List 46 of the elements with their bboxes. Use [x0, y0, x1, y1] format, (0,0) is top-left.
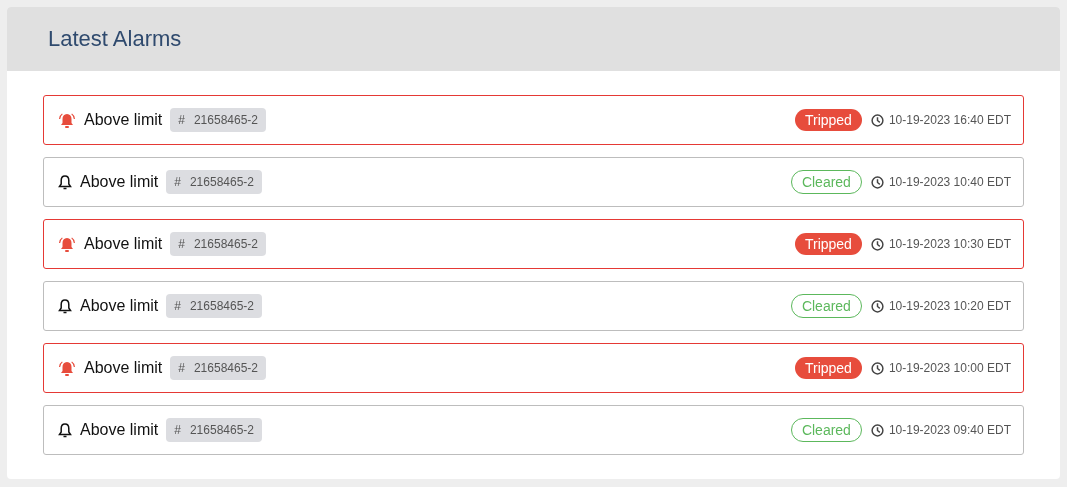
hash-symbol: #: [178, 112, 185, 129]
bell-icon: [58, 174, 72, 190]
hash-symbol: #: [174, 174, 181, 191]
tag-number: 21658465-2: [189, 298, 254, 315]
status-pill: Tripped: [794, 357, 862, 379]
tag-number: 21658465-2: [189, 174, 254, 191]
alarm-label: Above limit: [80, 296, 159, 316]
alarm-row[interactable]: Above limit # 21658465-2 Tripped 10-19-2023 10:00 EDT: [43, 343, 1024, 393]
clock-icon: [870, 299, 884, 313]
alarm-time: 10-19-2023 10:40 EDT: [888, 174, 1011, 191]
tag-number: 21658465-2: [193, 236, 258, 253]
alarm-row[interactable]: Above limit # 21658465-2 Cleared 10-19-2023 10:20 EDT: [43, 281, 1024, 331]
tag-number: 21658465-2: [193, 112, 258, 129]
bell-icon: [58, 422, 72, 438]
alarm-label: Above limit: [84, 358, 163, 378]
status-pill: Tripped: [794, 109, 862, 131]
alarm-label: Above limit: [84, 234, 163, 254]
status-pill: Tripped: [794, 233, 862, 255]
hash-symbol: #: [174, 298, 181, 315]
alarm-time: 10-19-2023 10:20 EDT: [888, 298, 1011, 315]
hash-symbol: #: [174, 422, 181, 439]
alarm-row[interactable]: Above limit # 21658465-2 Cleared 10-19-2023 10:40 EDT: [43, 157, 1024, 207]
alarm-row[interactable]: Above limit # 21658465-2 Tripped 10-19-2023 10:30 EDT: [43, 219, 1024, 269]
alarm-time: 10-19-2023 09:40 EDT: [888, 422, 1011, 439]
tag-number: 21658465-2: [193, 360, 258, 377]
alarm-label: Above limit: [80, 172, 159, 192]
clock-icon: [870, 423, 884, 437]
clock-icon: [870, 361, 884, 375]
alarm-time: 10-19-2023 10:30 EDT: [888, 236, 1011, 253]
clock-icon: [870, 175, 884, 189]
panel-title: Latest Alarms: [48, 25, 182, 53]
hash-symbol: #: [178, 236, 185, 253]
alarm-time: 10-19-2023 16:40 EDT: [888, 112, 1011, 129]
ringing-bell-icon: [58, 112, 76, 128]
alarm-row[interactable]: Above limit # 21658465-2 Cleared 10-19-2023 09:40 EDT: [43, 405, 1024, 455]
ringing-bell-icon: [58, 360, 76, 376]
alarm-label: Above limit: [80, 420, 159, 440]
clock-icon: [870, 113, 884, 127]
alarm-time: 10-19-2023 10:00 EDT: [888, 360, 1011, 377]
tag-number: 21658465-2: [189, 422, 254, 439]
ringing-bell-icon: [58, 236, 76, 252]
bell-icon: [58, 298, 72, 314]
alarm-label: Above limit: [84, 110, 163, 130]
alarm-row[interactable]: Above limit # 21658465-2 Tripped 10-19-2023 16:40 EDT: [43, 95, 1024, 145]
clock-icon: [870, 237, 884, 251]
hash-symbol: #: [178, 360, 185, 377]
